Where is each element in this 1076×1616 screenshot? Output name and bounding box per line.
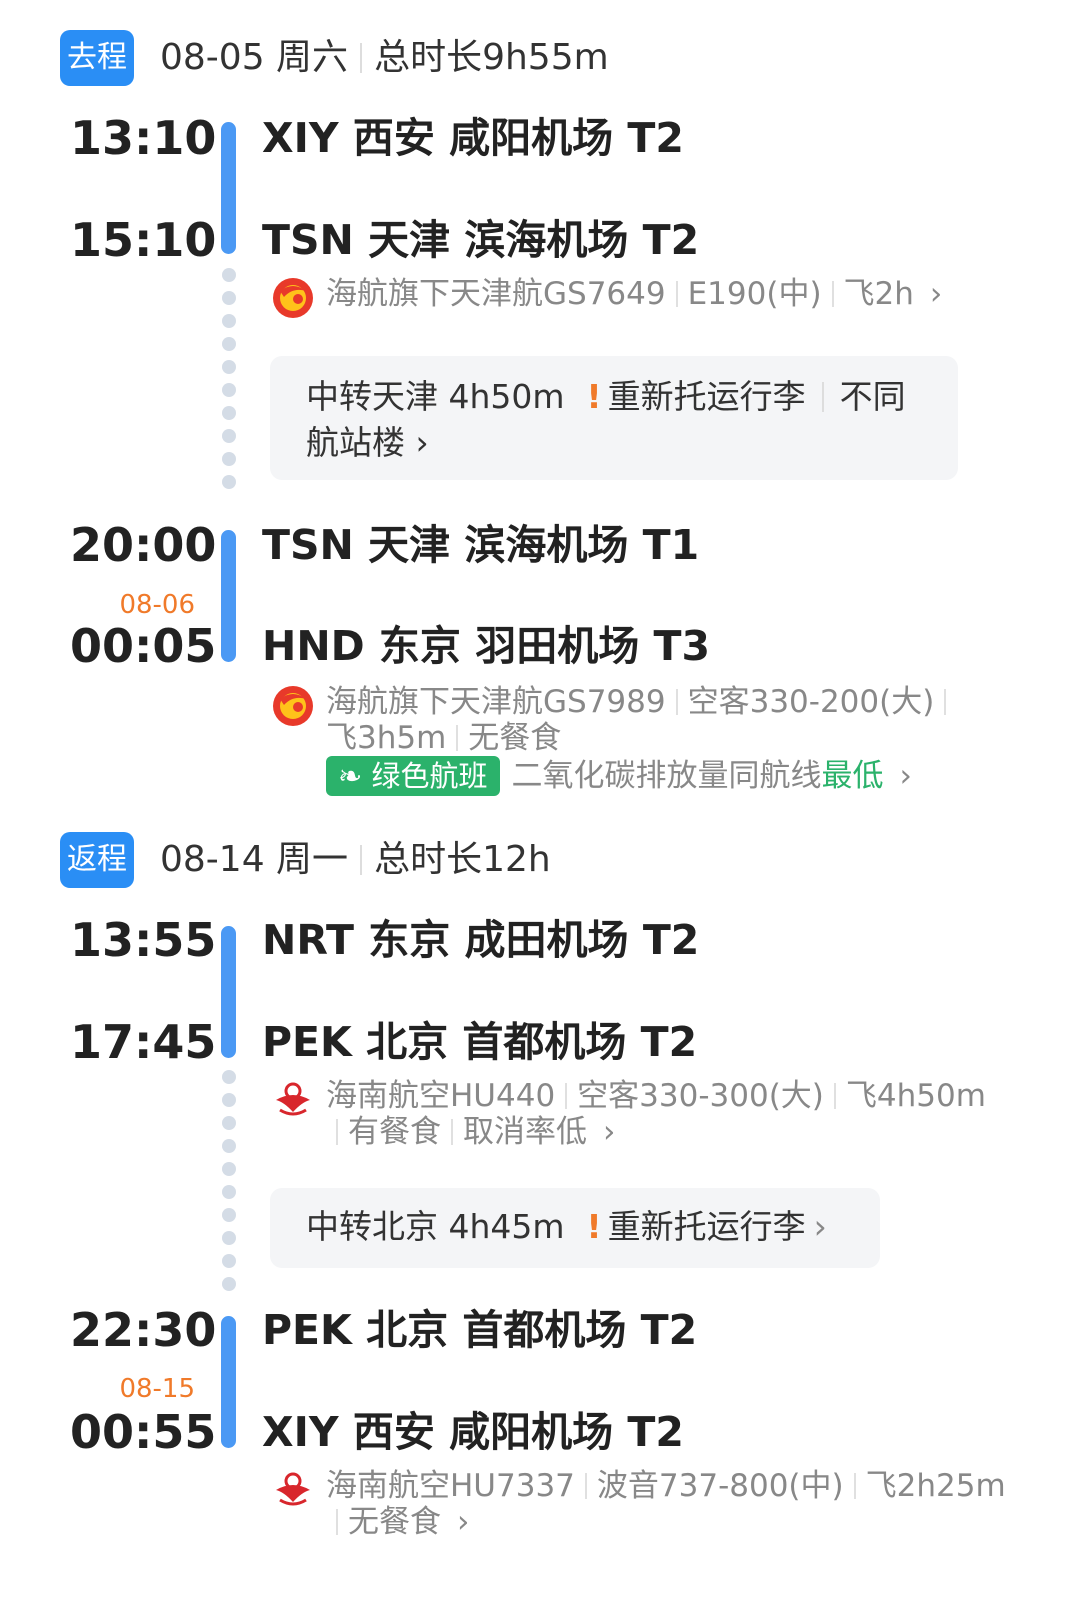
flight-number: 海航旗下天津航GS7989 [326, 684, 666, 720]
flight-duration: 飞4h50m [845, 1078, 986, 1114]
recheck-baggage-text: 重新托运行李 [607, 377, 806, 416]
flight-segment-bar [221, 926, 236, 1058]
outbound-date: 08-05 周六 [160, 37, 349, 78]
outbound-tag: 去程 [60, 30, 134, 86]
transfer-duration: 中转北京 4h45m [306, 1207, 565, 1246]
departure-airport: TSN 天津 滨海机场 T1 [262, 521, 700, 569]
aircraft-type: 空客330-300(大) [577, 1078, 824, 1114]
aircraft-type: E190(中) [687, 276, 822, 312]
chevron-right-icon[interactable]: › [603, 1114, 615, 1150]
flight-number: 海南航空HU7337 [326, 1468, 575, 1504]
flight-segment-bar [221, 1316, 236, 1448]
emission-lowest: 最低 [821, 758, 884, 794]
outbound-header: 08-05 周六 总时长9h55m [160, 30, 609, 86]
flight-duration: 飞2h25m [865, 1468, 1006, 1504]
divider [336, 1119, 338, 1145]
flight-segment-bar [221, 122, 236, 254]
arrival-airport: HND 东京 羽田机场 T3 [262, 622, 710, 670]
flight-info-row[interactable]: 海航旗下天津航GS7649 E190(中) 飞2h › [326, 276, 942, 312]
divider [944, 689, 947, 715]
return-total-duration: 总时长12h [374, 839, 551, 880]
arrival-airport: XIY 西安 咸阳机场 T2 [262, 1408, 684, 1456]
flight-duration: 飞3h5m [326, 720, 447, 756]
divider [360, 845, 363, 875]
flight-duration: 飞2h [843, 276, 914, 312]
transfer-dotted-line [221, 1070, 236, 1300]
next-day-date: 08-15 [119, 1374, 195, 1404]
divider [853, 1473, 856, 1499]
chevron-right-icon[interactable]: › [457, 1504, 469, 1540]
green-flight-badge: ❧ 绿色航班 [326, 756, 500, 796]
arrival-time: 15:10 [70, 213, 217, 267]
divider [833, 1083, 836, 1109]
arrival-time: 00:55 [70, 1405, 217, 1459]
hainan-airlines-logo-icon [276, 1472, 310, 1506]
chevron-right-icon[interactable]: › [900, 758, 912, 794]
transfer-duration: 中转天津 4h50m [306, 377, 565, 416]
meal-info: 无餐食 [468, 720, 562, 756]
leaf-icon: ❧ [338, 759, 372, 793]
flight-info-row[interactable]: 海南航空HU440 空客330-300(大) 飞4h50m 有餐食 取消率低 › [326, 1078, 986, 1150]
divider [675, 689, 678, 715]
divider [456, 725, 459, 751]
flight-info-row[interactable]: 海南航空HU7337 波音737-800(中) 飞2h25m 无餐食 › [326, 1468, 1006, 1540]
departure-airport: PEK 北京 首都机场 T2 [262, 1306, 698, 1354]
divider [584, 1473, 587, 1499]
transfer-info-box[interactable]: 中转北京 4h45m! 重新托运行李 › [270, 1188, 880, 1268]
divider [336, 1509, 338, 1535]
flight-info-row[interactable]: 海航旗下天津航GS7989 空客330-200(大) 飞3h5m 无餐食 [326, 684, 956, 756]
flight-segment-bar [221, 530, 236, 662]
arrival-time: 00:05 [70, 619, 217, 673]
next-day-date: 08-06 [119, 590, 195, 620]
departure-airport: XIY 西安 咸阳机场 T2 [262, 114, 684, 162]
chevron-right-icon[interactable]: › [930, 276, 942, 312]
return-header: 08-14 周一 总时长12h [160, 832, 551, 888]
divider [451, 1119, 453, 1145]
departure-time: 22:30 [70, 1303, 217, 1357]
meal-info: 无餐食 [348, 1504, 441, 1540]
divider [565, 1083, 568, 1109]
tianjin-airlines-logo-icon [273, 278, 313, 318]
aircraft-type: 空客330-200(大) [687, 684, 935, 720]
departure-time: 13:10 [70, 111, 217, 165]
departure-airport: NRT 东京 成田机场 T2 [262, 916, 700, 964]
warning-icon: ! [586, 1207, 602, 1246]
hainan-airlines-logo-icon [276, 1082, 310, 1116]
return-tag: 返程 [60, 832, 134, 888]
transfer-dotted-line [221, 268, 236, 498]
terminal-change-note-cont: 航站楼 › [306, 423, 429, 462]
outbound-total-duration: 总时长9h55m [374, 37, 609, 78]
tianjin-airlines-logo-icon [273, 686, 313, 726]
warning-icon: ! [586, 377, 602, 416]
chevron-right-icon[interactable]: › [814, 1207, 827, 1246]
return-date: 08-14 周一 [160, 839, 349, 880]
divider [360, 43, 363, 73]
cancel-rate: 取消率低 [463, 1114, 587, 1150]
divider [831, 281, 834, 307]
transfer-info-box[interactable]: 中转天津 4h50m! 重新托运行李 不同 航站楼 › [270, 356, 958, 480]
departure-time: 13:55 [70, 913, 217, 967]
arrival-time: 17:45 [70, 1015, 217, 1069]
divider [675, 281, 678, 307]
arrival-airport: PEK 北京 首都机场 T2 [262, 1018, 698, 1066]
meal-info: 有餐食 [348, 1114, 441, 1150]
flight-number: 海航旗下天津航GS7649 [326, 276, 666, 312]
arrival-airport: TSN 天津 滨海机场 T2 [262, 216, 700, 264]
departure-time: 20:00 [70, 518, 217, 572]
green-flight-row[interactable]: ❧ 绿色航班 二氧化碳排放量同航线最低 › [326, 756, 912, 796]
divider [821, 382, 824, 412]
flight-number: 海南航空HU440 [326, 1078, 556, 1114]
recheck-baggage-text: 重新托运行李 [607, 1207, 806, 1246]
emission-description: 二氧化碳排放量同航线 [511, 758, 822, 794]
terminal-change-note: 不同 [839, 377, 906, 416]
aircraft-type: 波音737-800(中) [596, 1468, 844, 1504]
